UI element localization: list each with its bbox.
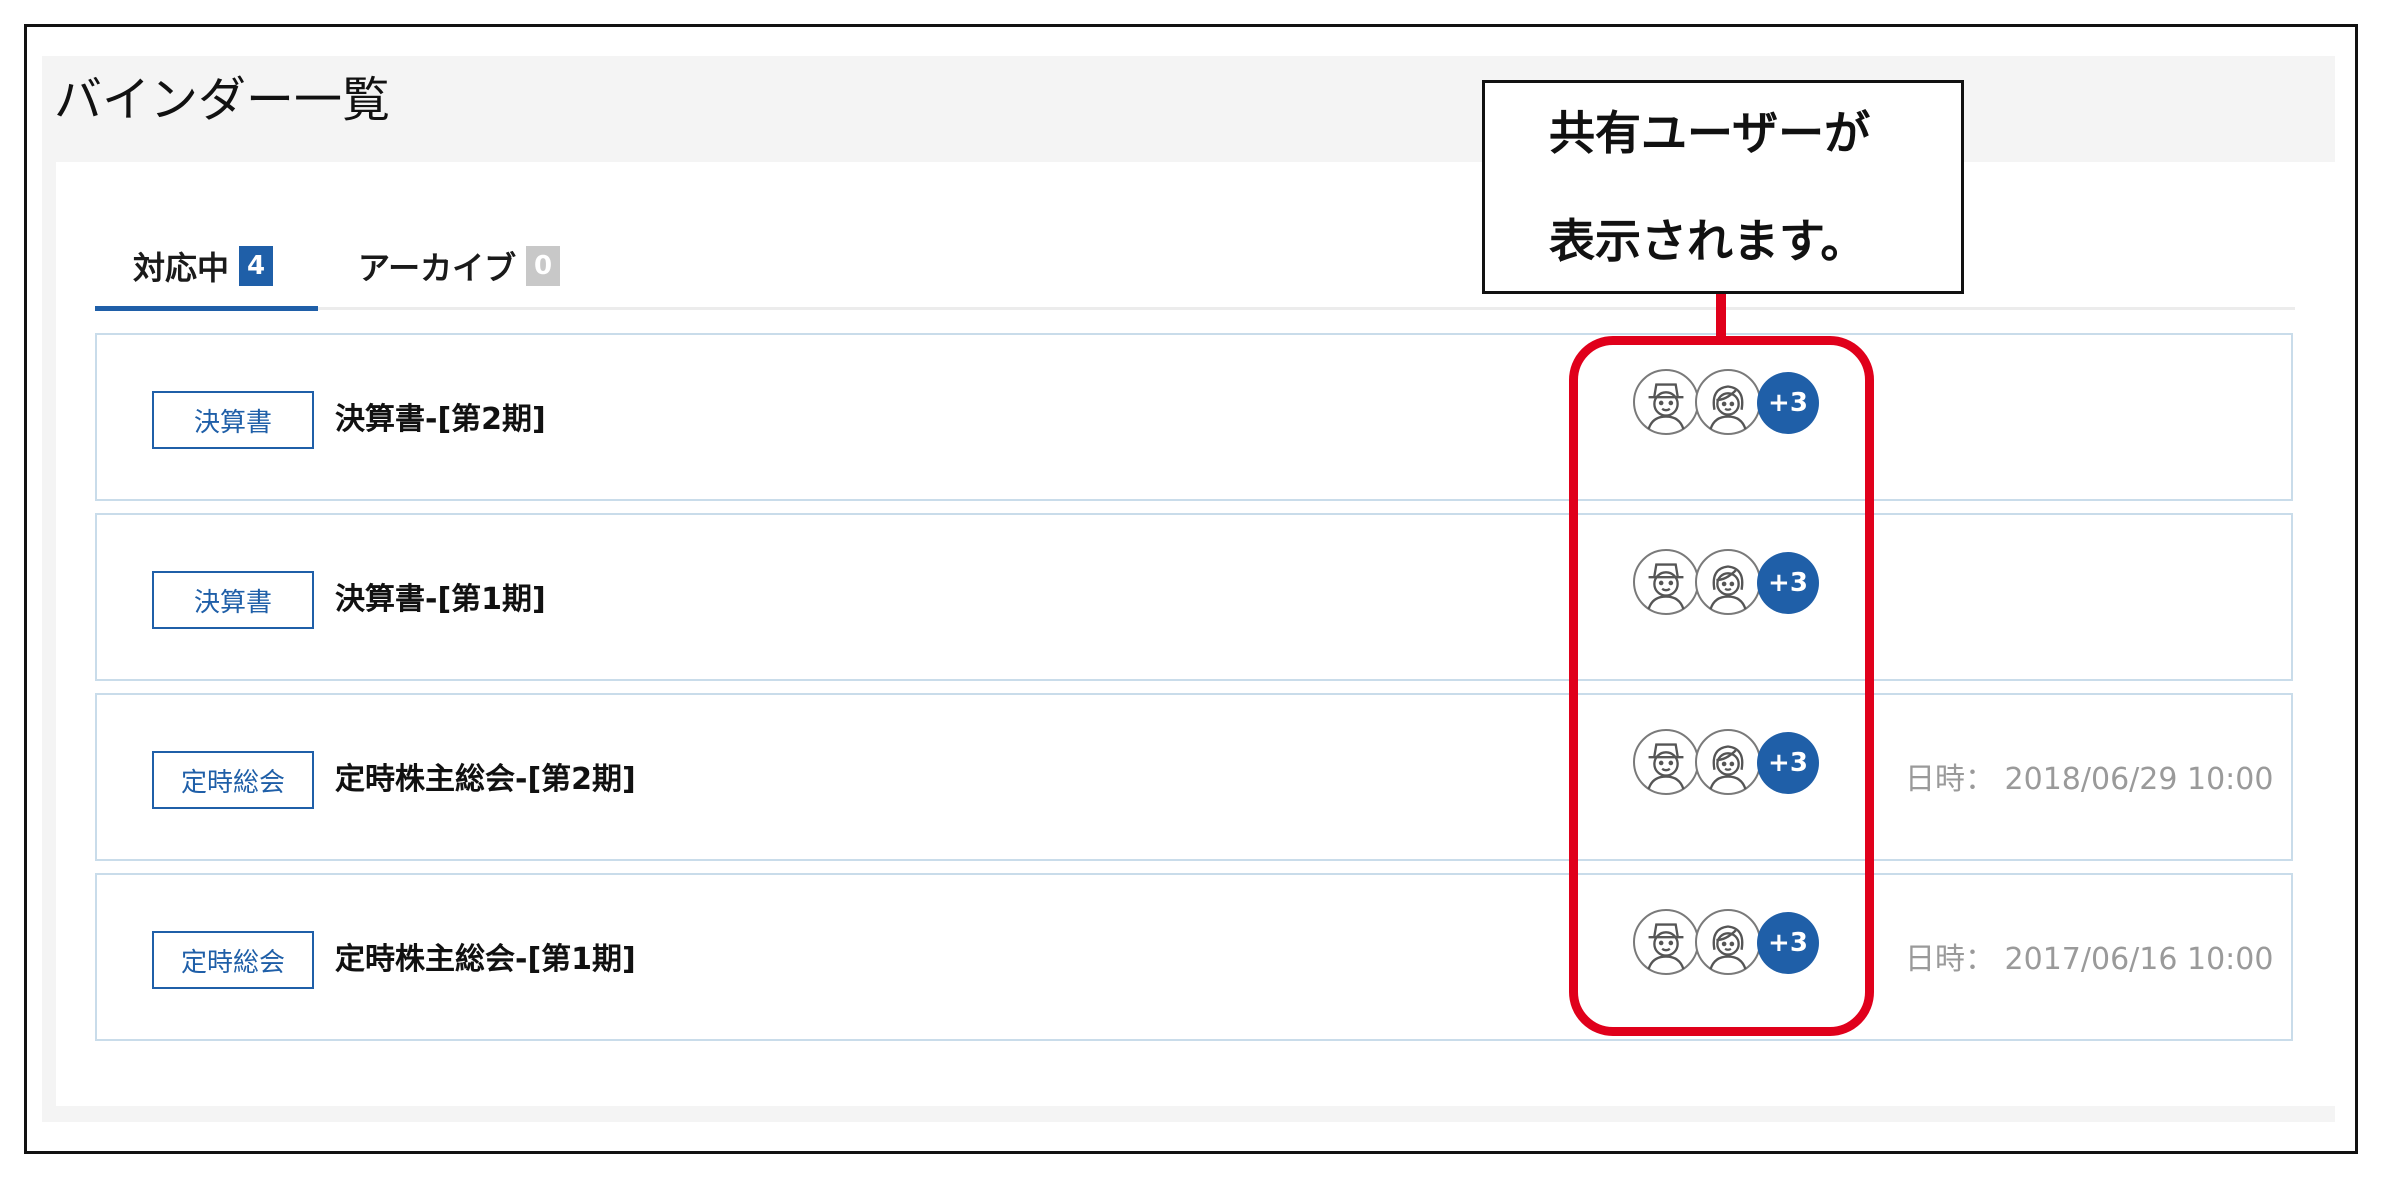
shared-users-highlight bbox=[1569, 336, 1874, 1036]
category-tag: 決算書 bbox=[152, 391, 314, 449]
category-tag: 決算書 bbox=[152, 571, 314, 629]
tab-archive[interactable]: アーカイブ 0 bbox=[358, 240, 561, 292]
callout-text-line-2: 表示されます。 bbox=[1549, 214, 1867, 268]
binder-title[interactable]: 決算書-[第1期] bbox=[335, 575, 546, 625]
active-tab-indicator bbox=[95, 306, 318, 311]
binder-row[interactable]: 決算書 決算書-[第1期] +3 bbox=[95, 513, 2293, 681]
tab-active[interactable]: 対応中 4 bbox=[133, 240, 274, 292]
callout-text-line-1: 共有ユーザーが bbox=[1549, 106, 1871, 160]
tab-divider bbox=[318, 307, 2295, 310]
binder-title[interactable]: 定時株主総会-[第1期] bbox=[335, 935, 636, 985]
binder-title[interactable]: 決算書-[第2期] bbox=[335, 395, 546, 445]
category-tag: 定時総会 bbox=[152, 751, 314, 809]
callout-pointer bbox=[1716, 294, 1726, 338]
binder-row[interactable]: 決算書 決算書-[第2期] +3 bbox=[95, 333, 2293, 501]
category-tag: 定時総会 bbox=[152, 931, 314, 989]
binder-title[interactable]: 定時株主総会-[第2期] bbox=[335, 755, 636, 805]
binder-date: 日時： 2017/06/16 10:00 bbox=[1905, 942, 2274, 977]
tab-active-label: 対応中 bbox=[133, 249, 230, 287]
binder-row[interactable]: 定時総会 定時株主総会-[第2期] +3 日時： 2018/06/29 10:0… bbox=[95, 693, 2293, 861]
page-title: バインダー一覧 bbox=[54, 72, 391, 128]
binder-date: 日時： 2018/06/29 10:00 bbox=[1905, 762, 2274, 797]
tab-archive-count-badge: 0 bbox=[526, 246, 561, 286]
tab-active-count-badge: 4 bbox=[239, 246, 274, 286]
callout-box: 共有ユーザーが 表示されます。 bbox=[1482, 80, 1964, 294]
binder-row[interactable]: 定時総会 定時株主総会-[第1期] +3 日時： 2017/06/16 10:0… bbox=[95, 873, 2293, 1041]
tab-archive-label: アーカイブ bbox=[358, 249, 517, 287]
